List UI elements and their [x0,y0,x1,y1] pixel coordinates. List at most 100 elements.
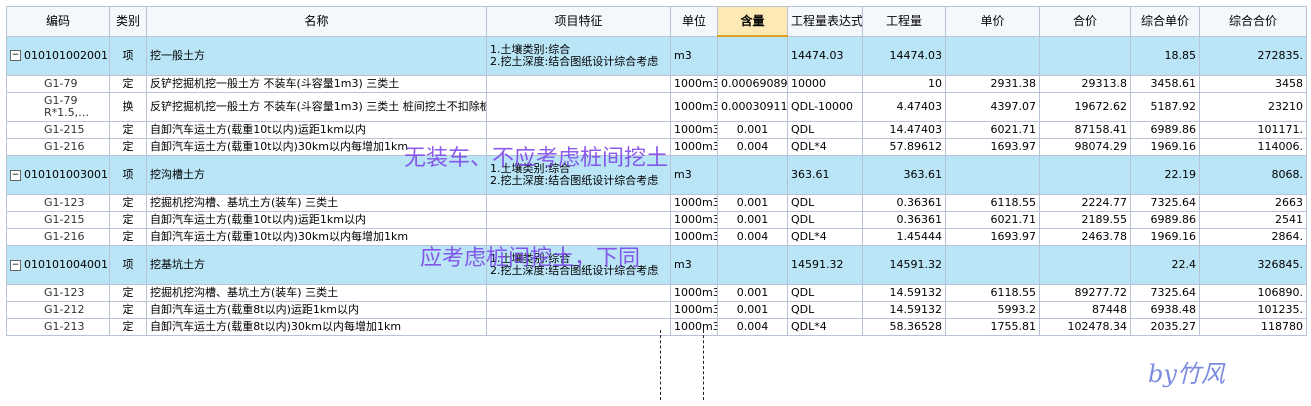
cell-unit[interactable]: 1000m3 [670,318,718,336]
cell-qty[interactable]: 14474.03 [862,35,946,76]
minus-box-icon[interactable]: − [10,50,21,62]
cell-comp-uprice[interactable]: 6938.48 [1130,301,1200,319]
cell-comp-total[interactable]: 3458 [1199,75,1307,93]
cell-comp-total[interactable]: 2864. [1199,228,1307,246]
col-header-uprice[interactable]: 单价 [945,6,1040,37]
cell-expr[interactable]: 14474.03 [787,35,863,76]
cell-unit[interactable]: 1000m3 [670,228,718,246]
cell-expr[interactable]: QDL [787,194,863,212]
cell-feature[interactable] [486,301,671,319]
cell-comp-total[interactable]: 114006. [1199,138,1307,156]
cell-content[interactable]: 0.00030911 [717,92,788,122]
cell-name[interactable]: 反铲挖掘机挖一般土方 不装车(斗容量1m3) 三类土 [146,75,487,93]
cell-comp-uprice[interactable]: 22.4 [1130,245,1200,285]
cell-comp-uprice[interactable]: 7325.64 [1130,284,1200,302]
cell-unit[interactable]: m3 [670,35,718,76]
table-row[interactable]: G1-216 定自卸汽车运土方(载重10t以内)30km以内每增加1km 1000m… [6,228,1307,246]
cell-comp-uprice[interactable]: 1969.16 [1130,228,1200,246]
cell-expr[interactable]: QDL*4 [787,138,863,156]
col-header-feature[interactable]: 项目特征 [486,6,671,37]
cell-total[interactable]: 19672.62 [1039,92,1131,122]
cell-expr[interactable]: QDL*4 [787,318,863,336]
cell-comp-uprice[interactable]: 2035.27 [1130,318,1200,336]
cell-total[interactable]: 2463.78 [1039,228,1131,246]
cell-uprice[interactable]: 6118.55 [945,284,1040,302]
cell-comp-uprice[interactable]: 6989.86 [1130,121,1200,139]
cell-content[interactable]: 0.001 [717,211,788,229]
cell-unit[interactable]: m3 [670,155,718,195]
cell-unit[interactable]: 1000m3 [670,211,718,229]
table-row[interactable]: −010101003001 项挖沟槽土方 1.土壤类别:综合 2.挖土深度:结合图纸设… [6,155,1307,195]
col-header-qty[interactable]: 工程量 [862,6,946,37]
col-header-comp-total[interactable]: 综合合价 [1199,6,1307,37]
cell-feature[interactable] [486,318,671,336]
cell-unit[interactable]: 1000m3 [670,92,718,122]
cell-total[interactable]: 98074.29 [1039,138,1131,156]
cell-code[interactable]: G1-79 [6,75,110,93]
cell-name[interactable]: 自卸汽车运土方(载重10t以内)运距1km以内 [146,121,487,139]
table-row[interactable]: G1-79 R*1.5,… 换反铲挖掘机挖一般土方 不装车(斗容量1m3) 三类土… [6,92,1307,122]
cell-type[interactable]: 定 [109,318,147,336]
cell-content[interactable]: 0.001 [717,121,788,139]
cell-expr[interactable]: 14591.32 [787,245,863,285]
cell-qty[interactable]: 1.45444 [862,228,946,246]
cell-content[interactable]: 0.004 [717,138,788,156]
cell-feature[interactable] [486,121,671,139]
cell-feature[interactable]: 1.土壤类别:综合 2.挖土深度:结合图纸设计综合考虑 [486,245,671,285]
cell-feature[interactable] [486,75,671,93]
table-row[interactable]: G1-216 定自卸汽车运土方(载重10t以内)30km以内每增加1km 1000m… [6,138,1307,156]
cell-comp-total[interactable]: 8068. [1199,155,1307,195]
cell-total[interactable]: 89277.72 [1039,284,1131,302]
cell-qty[interactable]: 0.36361 [862,194,946,212]
cell-comp-total[interactable]: 23210 [1199,92,1307,122]
cell-type[interactable]: 项 [109,155,147,195]
cell-qty[interactable]: 58.36528 [862,318,946,336]
table-row[interactable]: G1-123 定挖掘机挖沟槽、基坑土方(装车) 三类土 1000m3 0.001 QDL… [6,284,1307,302]
cell-code[interactable]: G1-215 [6,211,110,229]
cell-name[interactable]: 自卸汽车运土方(载重8t以内)运距1km以内 [146,301,487,319]
cell-qty[interactable]: 363.61 [862,155,946,195]
cell-feature[interactable] [486,92,671,122]
cell-code[interactable]: G1-216 [6,228,110,246]
cell-type[interactable]: 换 [109,92,147,122]
cell-name[interactable]: 自卸汽车运土方(载重8t以内)30km以内每增加1km [146,318,487,336]
cell-qty[interactable]: 14.59132 [862,301,946,319]
cell-name[interactable]: 自卸汽车运土方(载重10t以内)运距1km以内 [146,211,487,229]
cell-code[interactable]: G1-216 [6,138,110,156]
cell-qty[interactable]: 14591.32 [862,245,946,285]
cell-total[interactable]: 2224.77 [1039,194,1131,212]
cell-unit[interactable]: 1000m3 [670,194,718,212]
col-header-expr[interactable]: 工程量表达式 [787,6,863,37]
cell-unit[interactable]: 1000m3 [670,75,718,93]
cell-comp-total[interactable]: 118780 [1199,318,1307,336]
col-header-code[interactable]: 编码 [6,6,110,37]
cell-comp-uprice[interactable]: 18.85 [1130,35,1200,76]
cell-type[interactable]: 定 [109,138,147,156]
cell-total[interactable]: 29313.8 [1039,75,1131,93]
cell-uprice[interactable]: 1693.97 [945,228,1040,246]
cell-feature[interactable] [486,138,671,156]
cell-comp-uprice[interactable]: 3458.61 [1130,75,1200,93]
cell-expr[interactable]: QDL [787,211,863,229]
cell-expr[interactable]: QDL [787,301,863,319]
cell-qty[interactable]: 14.59132 [862,284,946,302]
minus-box-icon[interactable]: − [10,259,21,271]
cell-comp-total[interactable]: 106890. [1199,284,1307,302]
cell-uprice[interactable]: 6021.71 [945,121,1040,139]
cell-code[interactable]: G1-79 R*1.5,… [6,92,110,122]
cell-code[interactable]: −010101002001 [6,35,110,76]
cell-total[interactable] [1039,155,1131,195]
table-row[interactable]: G1-213 定自卸汽车运土方(载重8t以内)30km以内每增加1km 1000m3… [6,318,1307,336]
cell-feature[interactable]: 1.土壤类别:综合 2.挖土深度:结合图纸设计综合考虑 [486,155,671,195]
cell-feature[interactable]: 1.土壤类别:综合 2.挖土深度:结合图纸设计综合考虑 [486,35,671,76]
cell-type[interactable]: 定 [109,121,147,139]
cell-comp-total[interactable]: 101235. [1199,301,1307,319]
table-row[interactable]: G1-123 定挖掘机挖沟槽、基坑土方(装车) 三类土 1000m3 0.001 QDL… [6,194,1307,212]
cell-feature[interactable] [486,194,671,212]
cell-content[interactable]: 0.001 [717,284,788,302]
cell-content[interactable]: 0.004 [717,228,788,246]
cell-unit[interactable]: 1000m3 [670,138,718,156]
cell-unit[interactable]: m3 [670,245,718,285]
cell-name[interactable]: 反铲挖掘机挖一般土方 不装车(斗容量1m3) 三类土 桩间挖土不扣除桩体和空孔所… [146,92,487,122]
cell-type[interactable]: 定 [109,194,147,212]
